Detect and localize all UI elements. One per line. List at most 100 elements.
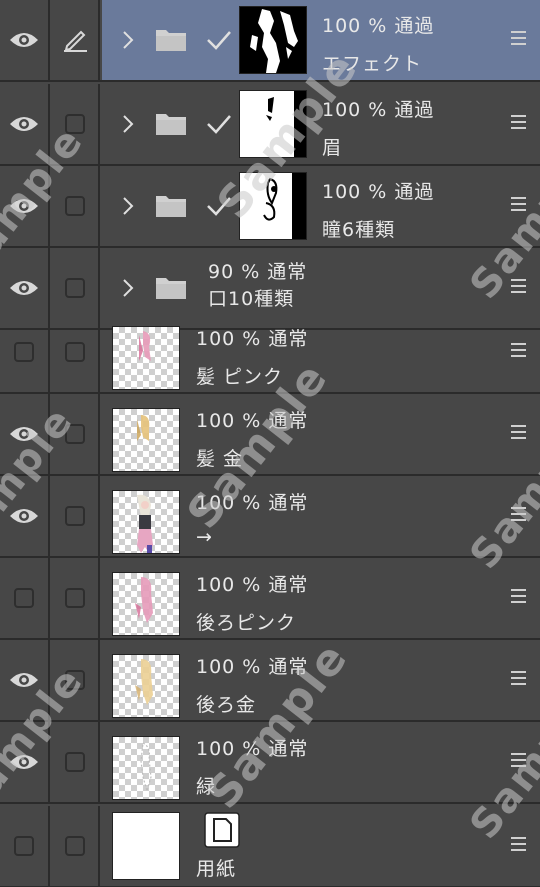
drag-handle-icon[interactable]	[511, 115, 526, 129]
checkmark-icon[interactable]	[206, 195, 232, 217]
checkbox[interactable]	[65, 752, 85, 772]
eye-icon	[10, 673, 38, 687]
layer-opacity-mode: 100 % 通常	[196, 574, 309, 596]
checkbox[interactable]	[14, 588, 34, 608]
chevron-right-icon[interactable]	[120, 113, 136, 135]
drag-handle-icon[interactable]	[511, 425, 526, 439]
eye-icon	[10, 33, 38, 47]
layer-row[interactable]: 100 % 通常 緑	[0, 722, 540, 804]
layer-opacity-mode: 100 % 通常	[196, 656, 309, 678]
layer-content[interactable]: 100 % 通常 後ろピンク	[102, 558, 540, 638]
eye-icon	[10, 199, 38, 213]
checkbox[interactable]	[14, 342, 34, 362]
visibility-toggle[interactable]	[0, 84, 50, 164]
layer-opacity-mode: 100 % 通過	[322, 99, 435, 121]
layer-name: 瞳6種類	[322, 219, 396, 241]
layer-thumbnail	[239, 90, 307, 158]
drag-handle-icon[interactable]	[511, 343, 526, 357]
visibility-toggle[interactable]	[0, 476, 50, 556]
layer-content[interactable]: 100 % 通過 瞳6種類	[102, 166, 540, 246]
edit-target-toggle[interactable]	[52, 394, 100, 474]
checkbox[interactable]	[65, 836, 85, 856]
layer-row[interactable]: 100 % 通常 後ろ金	[0, 640, 540, 722]
checkbox[interactable]	[65, 424, 85, 444]
drag-handle-icon[interactable]	[511, 197, 526, 211]
thumbnail-mask-image	[263, 173, 306, 239]
checkbox[interactable]	[65, 342, 85, 362]
layer-opacity-mode: 100 % 通常	[196, 492, 309, 514]
chevron-right-icon[interactable]	[120, 277, 136, 299]
visibility-toggle[interactable]	[0, 806, 50, 886]
edit-target-toggle[interactable]	[52, 476, 100, 556]
layer-content[interactable]: 100 % 通常 髪 金	[102, 394, 540, 474]
layer-opacity-mode: 100 % 通過	[322, 15, 435, 37]
visibility-toggle[interactable]	[0, 394, 50, 474]
drag-handle-icon[interactable]	[511, 671, 526, 685]
edit-target-toggle[interactable]	[52, 640, 100, 720]
edit-target-toggle[interactable]	[52, 558, 100, 638]
layer-row[interactable]: 100 % 通常 髪 ピンク	[0, 312, 540, 394]
layer-content[interactable]: 用紙	[102, 806, 540, 886]
layer-name: 口10種類	[208, 288, 295, 310]
thumbnail-art-image	[135, 659, 153, 705]
layer-row[interactable]: 100 % 通過 エフェクト	[0, 0, 540, 82]
checkbox[interactable]	[65, 114, 85, 134]
layer-panel: 100 % 通過 エフェクト 100 % 通過 眉 100 % 通過 瞳6種類 …	[0, 0, 540, 887]
checkbox[interactable]	[65, 588, 85, 608]
drag-handle-icon[interactable]	[511, 837, 526, 851]
visibility-toggle[interactable]	[0, 0, 50, 80]
layer-name: 緑	[196, 776, 217, 798]
chevron-right-icon[interactable]	[120, 29, 136, 51]
layer-row[interactable]: 用紙	[0, 806, 540, 887]
layer-thumbnail	[112, 408, 180, 472]
edit-target-toggle[interactable]	[52, 312, 100, 392]
layer-name: →	[196, 526, 213, 548]
visibility-toggle[interactable]	[0, 166, 50, 246]
checkmark-icon[interactable]	[206, 29, 232, 51]
layer-thumbnail	[112, 812, 180, 880]
visibility-toggle[interactable]	[0, 722, 50, 802]
layer-name: エフェクト	[322, 53, 423, 75]
drag-handle-icon[interactable]	[511, 507, 526, 521]
checkbox[interactable]	[65, 196, 85, 216]
layer-row[interactable]: 100 % 通常 →	[0, 476, 540, 558]
edit-target-toggle[interactable]	[52, 166, 100, 246]
layer-content[interactable]: 100 % 通常 緑	[102, 722, 540, 802]
drag-handle-icon[interactable]	[511, 279, 526, 293]
checkbox[interactable]	[65, 278, 85, 298]
thumbnail-art-image	[139, 331, 151, 361]
checkmark-icon[interactable]	[206, 113, 232, 135]
layer-row[interactable]: 100 % 通常 後ろピンク	[0, 558, 540, 640]
checkbox[interactable]	[65, 506, 85, 526]
layer-content[interactable]: 100 % 通過 エフェクト	[102, 0, 540, 80]
visibility-toggle[interactable]	[0, 312, 50, 392]
drag-handle-icon[interactable]	[511, 31, 526, 45]
thumbnail-art-image	[137, 494, 153, 553]
chevron-right-icon[interactable]	[120, 195, 136, 217]
drag-handle-icon[interactable]	[511, 753, 526, 767]
visibility-toggle[interactable]	[0, 558, 50, 638]
visibility-toggle[interactable]	[0, 640, 50, 720]
drag-handle-icon[interactable]	[511, 589, 526, 603]
layer-row[interactable]: 100 % 通過 眉	[0, 84, 540, 166]
layer-thumbnail	[239, 6, 307, 74]
edit-target-toggle[interactable]	[52, 0, 100, 80]
layer-content[interactable]: 100 % 通過 眉	[102, 84, 540, 164]
layer-name: 髪 金	[196, 448, 244, 470]
layer-content[interactable]: 100 % 通常 後ろ金	[102, 640, 540, 720]
layer-content[interactable]: 100 % 通常 髪 ピンク	[102, 312, 540, 392]
layer-row[interactable]: 100 % 通常 髪 金	[0, 394, 540, 476]
edit-target-toggle[interactable]	[52, 722, 100, 802]
folder-icon	[156, 114, 186, 135]
paper-layer-icon	[204, 812, 240, 848]
layer-thumbnail	[112, 736, 180, 800]
edit-target-toggle[interactable]	[52, 84, 100, 164]
checkbox[interactable]	[65, 670, 85, 690]
layer-name: 用紙	[196, 858, 237, 880]
layer-name: 後ろ金	[196, 694, 257, 716]
eye-icon	[10, 281, 38, 295]
checkbox[interactable]	[14, 836, 34, 856]
layer-row[interactable]: 100 % 通過 瞳6種類	[0, 166, 540, 248]
edit-target-toggle[interactable]	[52, 806, 100, 886]
layer-content[interactable]: 100 % 通常 →	[102, 476, 540, 556]
